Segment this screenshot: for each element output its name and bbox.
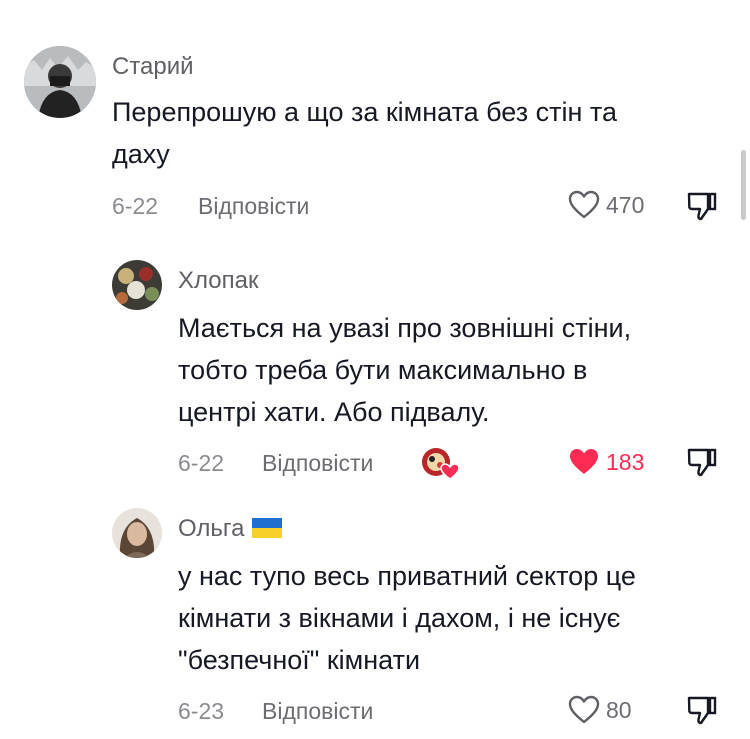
avatar-image [112, 508, 162, 558]
comment-author[interactable]: Хлопак [178, 267, 258, 295]
comment-date: 6-22 [178, 450, 225, 476]
creator-avatar-icon [422, 448, 460, 480]
avatar-image [24, 46, 96, 118]
reply-button[interactable]: Відповісти [262, 450, 373, 477]
like-button[interactable]: 183 [568, 447, 644, 477]
thumbs-down-icon [687, 448, 717, 477]
comment-date: 6-23 [178, 698, 225, 724]
comment-text-line: у нас тупо весь приватний сектор це [178, 561, 636, 591]
comment-text: у нас тупо весь приватний сектор це кімн… [178, 555, 636, 681]
like-count: 470 [606, 191, 645, 218]
comment-author[interactable]: Старий [112, 53, 194, 81]
comment-author[interactable]: Ольга [178, 515, 283, 543]
comment-text-line: тобто треба бути максимально в [178, 355, 588, 385]
avatar[interactable] [112, 260, 162, 310]
avatar[interactable] [112, 508, 162, 558]
comment-text-line: "безпечної" кімнати [178, 645, 421, 675]
avatar[interactable] [24, 46, 96, 118]
dislike-button[interactable] [686, 694, 718, 731]
dislike-button[interactable] [686, 190, 718, 227]
comment-text-line: даху [112, 139, 170, 169]
like-count: 183 [606, 448, 645, 475]
heart-filled-icon [570, 449, 598, 474]
ukraine-flag-icon [252, 518, 283, 538]
comment-text-line: Мається на увазі про зовнішні стіни, [178, 313, 632, 343]
reply-button[interactable]: Відповісти [262, 698, 373, 725]
dislike-button[interactable] [686, 446, 718, 483]
like-button[interactable]: 470 [568, 190, 644, 220]
comment-text: Мається на увазі про зовнішні стіни, тоб… [178, 307, 631, 433]
thumbs-down-icon [687, 192, 717, 221]
creator-liked-badge [418, 446, 462, 482]
comment-date: 6-22 [112, 193, 159, 219]
comment-text-line: Перепрошую а що за кімната без стін та [112, 97, 617, 127]
comment-text: Перепрошую а що за кімната без стін та д… [112, 91, 617, 175]
comment-text-line: кімнати з вікнами і дахом, і не існує [178, 603, 621, 633]
scrollbar[interactable] [741, 150, 746, 220]
thumbs-down-icon [687, 696, 717, 725]
reply-button[interactable]: Відповісти [198, 193, 309, 220]
heart-icon [568, 695, 600, 724]
comment-item: Старий Перепрошую а що за кімната без ст… [0, 0, 750, 240]
heart-icon [568, 190, 600, 219]
comment-item: Ольга у нас тупо весь приватний сектор ц… [0, 500, 750, 739]
avatar-image [112, 260, 162, 310]
comment-item: Хлопак Мається на увазі про зовнішні сті… [0, 240, 750, 500]
comment-text-line: центрі хати. Або підвалу. [178, 397, 490, 427]
like-count: 80 [606, 696, 632, 723]
like-button[interactable]: 80 [568, 695, 632, 725]
comment-author-name: Ольга [178, 515, 245, 542]
